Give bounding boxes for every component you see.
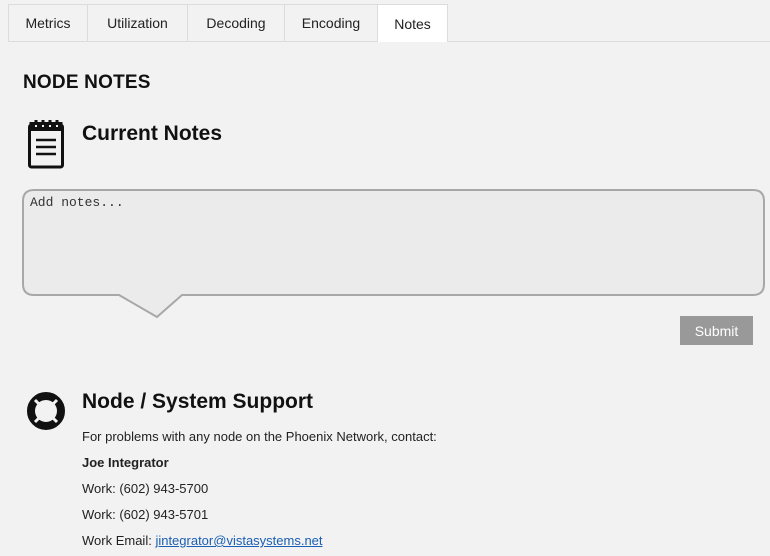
tab-utilization[interactable]: Utilization bbox=[87, 4, 188, 41]
notes-textarea[interactable] bbox=[30, 195, 750, 287]
notes-bubble bbox=[22, 189, 765, 319]
work-email-line: Work Email: jintegrator@vistasystems.net bbox=[82, 528, 437, 554]
submit-button[interactable]: Submit bbox=[680, 316, 753, 345]
contact-name: Joe Integrator bbox=[82, 455, 169, 470]
work-email-link[interactable]: jintegrator@vistasystems.net bbox=[155, 533, 322, 548]
support-contact-info: For problems with any node on the Phoeni… bbox=[82, 424, 437, 554]
tab-notes[interactable]: Notes bbox=[377, 4, 448, 42]
tab-metrics[interactable]: Metrics bbox=[8, 4, 88, 41]
support-heading: Node / System Support bbox=[82, 390, 314, 413]
tab-encoding[interactable]: Encoding bbox=[284, 4, 378, 41]
tab-bar: Metrics Utilization Decoding Encoding No… bbox=[8, 4, 770, 42]
lifebuoy-icon bbox=[27, 392, 65, 430]
support-intro: For problems with any node on the Phoeni… bbox=[82, 429, 437, 444]
tab-decoding[interactable]: Decoding bbox=[187, 4, 285, 41]
work-email-label: Work Email: bbox=[82, 533, 156, 548]
current-notes-heading: Current Notes bbox=[82, 122, 223, 145]
page-title: NODE NOTES bbox=[23, 72, 151, 93]
work-phone-2: Work: (602) 943-5701 bbox=[82, 507, 209, 522]
notepad-icon bbox=[28, 120, 64, 169]
work-phone-1: Work: (602) 943-5700 bbox=[82, 481, 209, 496]
